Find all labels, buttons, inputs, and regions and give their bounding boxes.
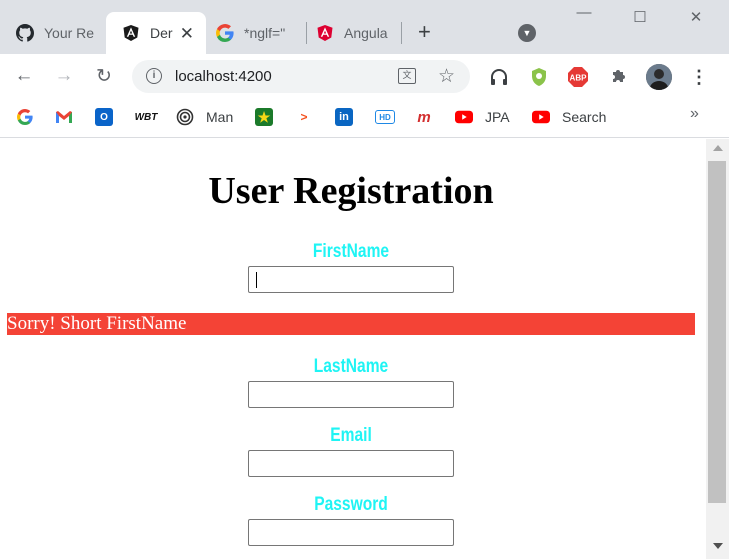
wbt-icon: WBT	[134, 111, 158, 123]
scrollbar-thumb[interactable]	[708, 161, 726, 503]
forward-arrow-icon[interactable]: →	[52, 64, 76, 88]
bookmark-search[interactable]: Search	[532, 107, 606, 127]
scroll-up-arrow-icon[interactable]	[713, 145, 723, 151]
bookmark-gmail[interactable]	[55, 107, 73, 127]
close-icon[interactable]: ✕	[180, 24, 194, 44]
bookmark-code[interactable]: >	[295, 107, 313, 127]
outlook-icon: O	[95, 108, 113, 126]
bookmarks-bar: O WBT Man ★ > in HD m JPA Search »	[0, 98, 729, 138]
bookmark-google[interactable]	[16, 107, 34, 127]
bookmarks-overflow-icon[interactable]: »	[690, 105, 699, 123]
bookmark-star-icon[interactable]: ☆	[438, 65, 455, 88]
firstname-error-message: Sorry! Short FirstName	[7, 313, 695, 335]
browser-toolbar: ← → ↻ i localhost:4200 文 ☆ ABP ⋮	[0, 54, 729, 98]
tab-title: Your Re	[44, 25, 95, 41]
google-icon	[216, 24, 234, 42]
bookmark-jpa[interactable]: JPA	[455, 107, 510, 127]
tab-title: Der	[150, 25, 173, 41]
bookmark-outlook[interactable]: O	[95, 107, 113, 127]
tab-angular[interactable]: Angula	[300, 12, 400, 54]
google-icon	[16, 108, 34, 126]
shield-extension-icon[interactable]	[528, 66, 550, 88]
angular-icon	[122, 24, 140, 42]
bookmark-star[interactable]: ★	[255, 107, 273, 127]
tab-title: *nglf="	[244, 25, 286, 41]
translate-icon[interactable]: 文	[398, 68, 416, 84]
address-bar[interactable]: i localhost:4200 文 ☆	[132, 60, 470, 93]
browser-window: Your Re Der ✕ *nglf=" Angula + ▼ — ☐ ✕ ←…	[0, 0, 729, 559]
bookmark-m[interactable]: m	[415, 107, 433, 127]
password-input[interactable]	[248, 519, 454, 546]
youtube-icon	[455, 108, 473, 126]
puzzle-extensions-icon[interactable]	[607, 66, 629, 88]
tab-separator	[401, 22, 402, 44]
firstname-input[interactable]	[248, 266, 454, 293]
page-content: User Registration FirstName Sorry! Short…	[0, 139, 706, 559]
linkedin-icon: in	[335, 108, 353, 126]
bookmark-man[interactable]: Man	[176, 107, 233, 127]
tab-search-chevron-icon[interactable]: ▼	[518, 24, 536, 42]
bookmark-label: Man	[206, 109, 234, 125]
info-icon[interactable]: i	[146, 68, 162, 84]
youtube-icon	[532, 108, 550, 126]
lastname-input[interactable]	[248, 381, 454, 408]
bookmark-label: JPA	[485, 109, 510, 125]
tab-github[interactable]: Your Re	[0, 12, 104, 54]
page-title: User Registration	[208, 170, 494, 212]
window-close-icon[interactable]: ✕	[686, 8, 706, 26]
password-label: Password	[314, 494, 388, 515]
scroll-down-arrow-icon[interactable]	[713, 543, 723, 549]
bookmark-hd[interactable]: HD	[375, 107, 395, 127]
hd-icon: HD	[375, 110, 395, 124]
m-icon: m	[417, 108, 431, 126]
reload-icon[interactable]: ↻	[92, 64, 116, 88]
page-scrollbar[interactable]	[706, 139, 729, 559]
text-caret	[256, 272, 257, 288]
bookmark-linkedin[interactable]: in	[335, 107, 353, 127]
adblock-icon[interactable]: ABP	[567, 66, 589, 88]
svg-text:ABP: ABP	[570, 74, 588, 83]
new-tab-plus-icon[interactable]: +	[418, 20, 431, 44]
profile-avatar[interactable]	[646, 64, 672, 90]
tab-title: Angula	[344, 25, 388, 41]
github-icon	[16, 24, 34, 42]
gmail-icon	[55, 108, 73, 126]
angular-red-icon	[316, 24, 334, 42]
bookmark-label: Search	[562, 109, 607, 125]
back-arrow-icon[interactable]: ←	[12, 64, 36, 88]
headphones-icon[interactable]	[488, 66, 510, 88]
star-badge-icon: ★	[255, 108, 273, 126]
spiral-icon	[176, 108, 194, 126]
tab-google-search[interactable]: *nglf="	[200, 12, 306, 54]
tab-angular-active[interactable]: Der ✕	[106, 12, 206, 54]
email-label: Email	[330, 425, 372, 446]
minimize-icon[interactable]: —	[574, 4, 594, 21]
tab-strip: Your Re Der ✕ *nglf=" Angula + ▼ — ☐ ✕	[0, 0, 729, 54]
menu-kebab-icon[interactable]: ⋮	[688, 66, 710, 88]
email-input[interactable]	[248, 450, 454, 477]
maximize-icon[interactable]: ☐	[630, 8, 650, 26]
lastname-label: LastName	[313, 356, 389, 377]
firstname-label: FirstName	[312, 241, 390, 262]
code-icon: >	[300, 110, 308, 124]
address-url[interactable]: localhost:4200	[175, 68, 272, 85]
bookmark-wbt[interactable]: WBT	[134, 107, 158, 127]
